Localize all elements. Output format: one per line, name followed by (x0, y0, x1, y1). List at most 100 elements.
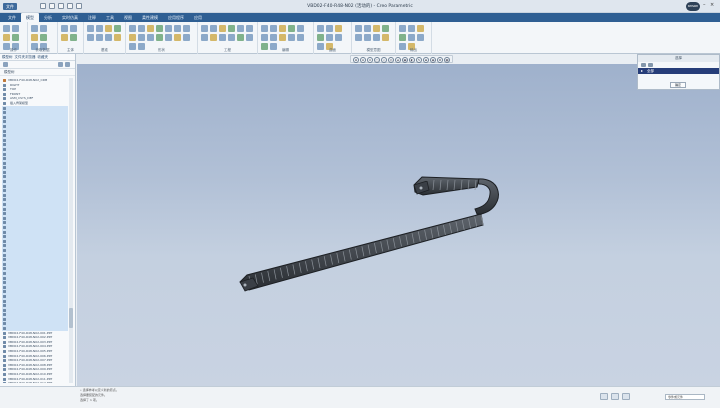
tool-icon[interactable] (129, 25, 136, 32)
select-mode-icon[interactable] (622, 393, 630, 400)
scroll-thumb[interactable] (69, 308, 73, 328)
tool-icon[interactable] (237, 34, 244, 41)
tool-icon[interactable] (326, 34, 333, 41)
tool-icon[interactable] (355, 25, 362, 32)
dialog-selected-item[interactable]: 全部 (638, 68, 719, 74)
tree-row[interactable]: VBD02-F40-R48-N02-012.PRT (2, 381, 68, 383)
tool-icon[interactable] (297, 34, 304, 41)
tool-icon[interactable] (165, 25, 172, 32)
tab-9[interactable]: 应用 (189, 13, 207, 22)
tab-3[interactable]: 实时仿真 (57, 13, 83, 22)
select-icon[interactable] (641, 63, 646, 67)
tool-icon[interactable] (364, 25, 371, 32)
pan-icon[interactable] (611, 393, 619, 400)
tool-icon[interactable] (70, 25, 77, 32)
view-tool-icon[interactable]: ◈ (395, 56, 401, 63)
tool-icon[interactable] (317, 25, 324, 32)
tool-icon[interactable] (183, 34, 190, 41)
tool-icon[interactable] (174, 25, 181, 32)
view-tool-icon[interactable]: ▢ (374, 56, 380, 63)
tab-4[interactable]: 注释 (83, 13, 101, 22)
tab-6[interactable]: 视图 (119, 13, 137, 22)
tool-icon[interactable] (40, 25, 47, 32)
view-tool-icon[interactable]: ▣ (402, 56, 408, 63)
view-tool-icon[interactable]: ⊙ (367, 56, 373, 63)
tool-icon[interactable] (31, 34, 38, 41)
tool-icon[interactable] (96, 34, 103, 41)
tool-icon[interactable] (129, 34, 136, 41)
tool-icon[interactable] (114, 25, 121, 32)
tool-icon[interactable] (70, 34, 77, 41)
tool-icon[interactable] (417, 34, 424, 41)
show-icon[interactable] (65, 62, 70, 67)
tool-icon[interactable] (279, 34, 286, 41)
settings-icon[interactable] (58, 62, 63, 67)
tool-icon[interactable] (417, 25, 424, 32)
tool-icon[interactable] (61, 25, 68, 32)
view-tool-icon[interactable]: ⊞ (423, 56, 429, 63)
tool-icon[interactable] (246, 34, 253, 41)
tool-icon[interactable] (174, 34, 181, 41)
tool-icon[interactable] (201, 25, 208, 32)
tool-icon[interactable] (373, 34, 380, 41)
tool-icon[interactable] (201, 34, 208, 41)
tool-icon[interactable] (138, 34, 145, 41)
view-tool-icon[interactable]: ◐ (409, 56, 415, 63)
tool-icon[interactable] (237, 25, 244, 32)
tool-icon[interactable] (219, 25, 226, 32)
tool-icon[interactable] (355, 34, 362, 41)
tool-icon[interactable] (228, 25, 235, 32)
tool-icon[interactable] (279, 25, 286, 32)
tool-icon[interactable] (210, 25, 217, 32)
tool-icon[interactable] (270, 25, 277, 32)
tool-icon[interactable] (210, 34, 217, 41)
tool-icon[interactable] (326, 25, 333, 32)
view-tool-icon[interactable]: ▦ (444, 56, 450, 63)
tool-icon[interactable] (3, 25, 10, 32)
tool-icon[interactable] (288, 34, 295, 41)
tool-icon[interactable] (87, 25, 94, 32)
tool-icon[interactable] (61, 34, 68, 41)
view-tool-icon[interactable]: ⚙ (437, 56, 443, 63)
tab-favorites[interactable]: 收藏夹 (38, 55, 49, 59)
tool-icon[interactable] (408, 34, 415, 41)
tool-icon[interactable] (297, 25, 304, 32)
tool-icon[interactable] (40, 34, 47, 41)
tool-icon[interactable] (382, 25, 389, 32)
tool-icon[interactable] (114, 34, 121, 41)
tool-icon[interactable] (399, 25, 406, 32)
tool-icon[interactable] (87, 34, 94, 41)
ok-button[interactable]: 确定 (670, 82, 686, 88)
tab-5[interactable]: 工具 (101, 13, 119, 22)
tool-icon[interactable] (261, 34, 268, 41)
tool-icon[interactable] (408, 25, 415, 32)
tab-model-tree[interactable]: 模型树 (2, 55, 13, 59)
cable-chain-model[interactable] (77, 64, 720, 386)
tool-icon[interactable] (228, 34, 235, 41)
tool-icon[interactable] (183, 25, 190, 32)
tool-icon[interactable] (156, 25, 163, 32)
view-tool-icon[interactable]: ◇ (381, 56, 387, 63)
tool-icon[interactable] (105, 25, 112, 32)
minimize-icon[interactable]: – (703, 2, 706, 8)
tool-icon[interactable] (12, 34, 19, 41)
filter-icon[interactable] (3, 62, 8, 67)
graphics-viewport[interactable] (77, 64, 720, 386)
tree-scrollbar[interactable] (69, 78, 73, 383)
view-tool-icon[interactable]: ⊖ (360, 56, 366, 63)
view-tool-icon[interactable]: ◎ (388, 56, 394, 63)
tool-icon[interactable] (317, 34, 324, 41)
tool-icon[interactable] (270, 34, 277, 41)
tool-icon[interactable] (246, 25, 253, 32)
tab-0[interactable]: 文件 (3, 13, 21, 22)
tool-icon[interactable] (373, 25, 380, 32)
view-tool-icon[interactable]: ⊕ (353, 56, 359, 63)
tool-icon[interactable] (288, 25, 295, 32)
view-tool-icon[interactable]: ✎ (416, 56, 422, 63)
tool-icon[interactable] (364, 34, 371, 41)
tab-8[interactable]: 应用程序 (163, 13, 189, 22)
tool-icon[interactable] (382, 34, 389, 41)
view-tool-icon[interactable]: ◉ (430, 56, 436, 63)
tool-icon[interactable] (12, 25, 19, 32)
selection-filter-select[interactable]: 零件或元件 (665, 394, 705, 400)
